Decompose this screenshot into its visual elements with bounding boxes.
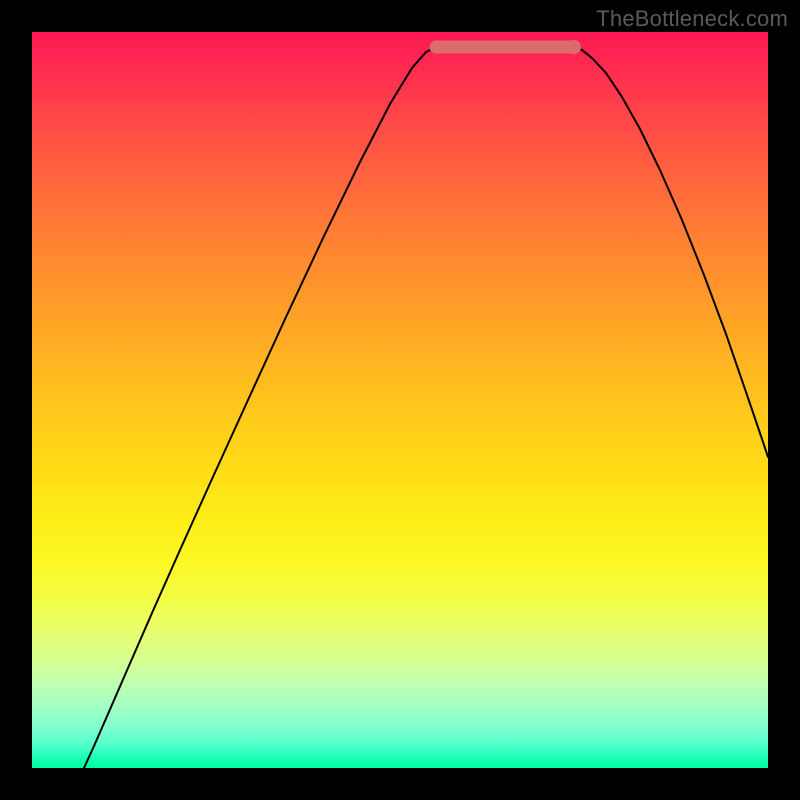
right-curve (574, 47, 768, 457)
chart-container: TheBottleneck.com (0, 0, 800, 800)
watermark-text: TheBottleneck.com (596, 6, 788, 32)
left-curve (84, 47, 436, 768)
curve-overlay (32, 32, 768, 768)
plot-area (32, 32, 768, 768)
trough-dot (567, 40, 581, 54)
